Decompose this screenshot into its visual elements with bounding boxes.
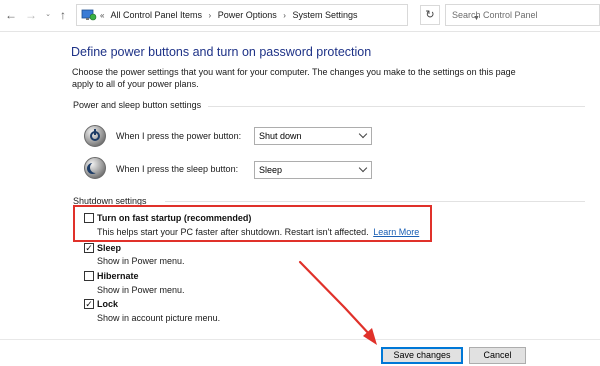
lock-checkbox[interactable]: ✓ xyxy=(84,299,94,309)
section-divider xyxy=(208,106,585,107)
checkmark-icon: ✓ xyxy=(85,243,93,253)
sleep-option-description: Show in Power menu. xyxy=(97,256,185,266)
power-section-heading: Power and sleep button settings xyxy=(73,100,202,110)
search-input[interactable]: Search Control Panel xyxy=(445,4,600,26)
navigation-bar: ← → ⌄ ↑ « All Control Panel Items › Powe… xyxy=(0,0,600,32)
annotation-arrow-shaft xyxy=(298,260,372,337)
chevron-down-icon xyxy=(358,163,368,173)
back-arrow-icon[interactable]: ← xyxy=(4,8,18,22)
control-panel-icon xyxy=(81,9,97,21)
sleep-button-label: When I press the sleep button: xyxy=(116,164,239,174)
up-arrow-icon[interactable]: ↑ xyxy=(56,8,70,22)
sleep-button-select-value: Sleep xyxy=(259,165,283,175)
refresh-icon[interactable]: ↻ xyxy=(420,5,440,25)
sleep-option-title[interactable]: Sleep xyxy=(97,243,121,253)
checkmark-icon: ✓ xyxy=(85,299,93,309)
breadcrumb-item-system-settings[interactable]: System Settings xyxy=(292,10,357,20)
lock-option-title[interactable]: Lock xyxy=(97,299,118,309)
search-placeholder: Search Control Panel xyxy=(452,10,538,20)
address-bar[interactable]: « All Control Panel Items › Power Option… xyxy=(76,4,480,26)
power-button-label: When I press the power button: xyxy=(116,131,242,141)
save-changes-button[interactable]: Save changes xyxy=(381,347,463,364)
recent-locations-chevron-icon[interactable]: ⌄ xyxy=(41,8,55,22)
fast-startup-highlight-box xyxy=(73,205,432,242)
power-button-select-value: Shut down xyxy=(259,131,302,141)
sleep-button-select[interactable]: Sleep xyxy=(254,161,372,179)
breadcrumb-separator-icon[interactable]: › xyxy=(283,11,286,20)
annotation-arrow-head xyxy=(363,328,377,345)
breadcrumb-separator-icon[interactable]: › xyxy=(209,11,212,20)
hibernate-checkbox[interactable] xyxy=(84,271,94,281)
breadcrumb: « All Control Panel Items › Power Option… xyxy=(100,5,357,25)
breadcrumb-item-all-control-panel-items[interactable]: All Control Panel Items xyxy=(110,10,202,20)
page-intro: Choose the power settings that you want … xyxy=(72,67,516,89)
hibernate-option-description: Show in Power menu. xyxy=(97,285,185,295)
cancel-button[interactable]: Cancel xyxy=(469,347,526,364)
page-title: Define power buttons and turn on passwor… xyxy=(71,45,372,59)
breadcrumb-overflow-icon[interactable]: « xyxy=(100,11,104,20)
chevron-down-icon xyxy=(358,129,368,139)
power-button-select[interactable]: Shut down xyxy=(254,127,372,145)
power-button-icon xyxy=(84,125,106,147)
section-divider xyxy=(165,201,585,202)
sleep-button-icon xyxy=(84,157,106,179)
lock-option-description: Show in account picture menu. xyxy=(97,313,221,323)
sleep-checkbox[interactable]: ✓ xyxy=(84,243,94,253)
footer-divider xyxy=(0,339,600,340)
hibernate-option-title[interactable]: Hibernate xyxy=(97,271,139,281)
breadcrumb-item-power-options[interactable]: Power Options xyxy=(218,10,277,20)
forward-arrow-icon[interactable]: → xyxy=(24,8,38,22)
